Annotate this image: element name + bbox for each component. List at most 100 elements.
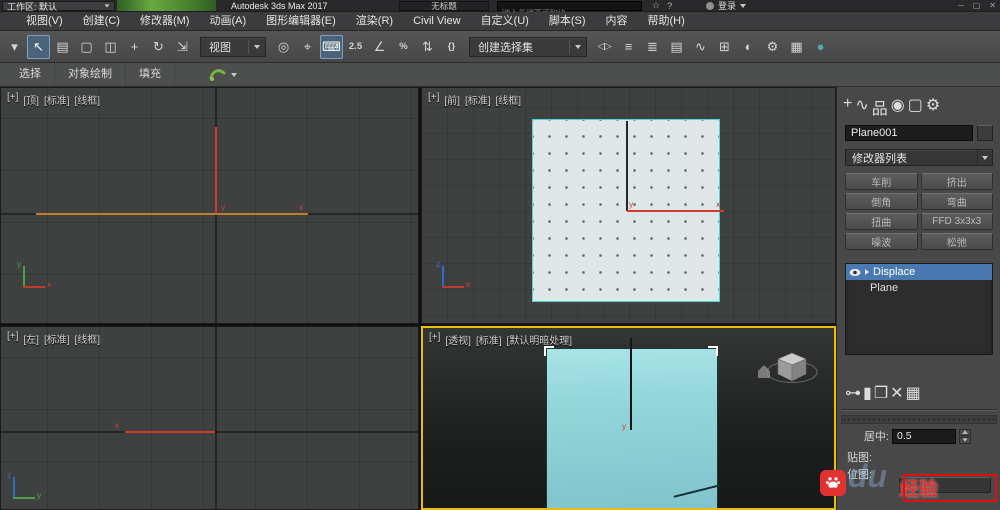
menu-civil-view[interactable]: Civil View: [403, 12, 470, 30]
vp-left-plus-menu[interactable]: [+]: [7, 331, 18, 346]
vp-front-standard-menu[interactable]: [标准]: [465, 92, 491, 107]
vp-left-standard-menu[interactable]: [标准]: [44, 331, 70, 346]
select-object-icon[interactable]: ↖: [27, 34, 50, 59]
ribbon-tab-populate[interactable]: 填充: [126, 63, 175, 86]
schematic-view-icon[interactable]: ⊞: [713, 35, 736, 59]
workspace-dropdown[interactable]: 工作区: 默认: [2, 1, 115, 12]
tab-create[interactable]: +: [843, 95, 852, 119]
select-and-manipulate-icon[interactable]: ⌖: [296, 35, 319, 59]
tab-display[interactable]: ▢: [908, 95, 923, 119]
mirror-icon[interactable]: ◁▷: [593, 35, 616, 59]
viewport-left[interactable]: [+] [左] [标准] [线框] x z y: [0, 326, 419, 510]
vp-front-plus-menu[interactable]: [+]: [428, 92, 439, 107]
vp-top-shading-menu[interactable]: [线框]: [75, 92, 101, 107]
ribbon-tab-select[interactable]: 选择: [6, 63, 55, 86]
menu-animation[interactable]: 动画(A): [199, 12, 256, 30]
menu-graph-editors[interactable]: 图形编辑器(E): [256, 12, 346, 30]
menu-scripting[interactable]: 脚本(S): [539, 12, 596, 30]
vp-left-shading-menu[interactable]: [线框]: [75, 331, 101, 346]
vp-persp-pov-menu[interactable]: [透视]: [445, 332, 471, 347]
vp-front-pov-menu[interactable]: [前]: [444, 92, 460, 107]
angle-snap-icon[interactable]: ∠: [368, 35, 391, 59]
menu-customize[interactable]: 自定义(U): [471, 12, 539, 30]
spinner-snap-icon[interactable]: ⇅: [416, 35, 439, 59]
sign-in-button[interactable]: 登录: [706, 0, 747, 11]
modifier-button-bevel[interactable]: 倒角: [845, 193, 918, 210]
vp-top-pov-menu[interactable]: [顶]: [23, 92, 39, 107]
modifier-button-extrude[interactable]: 挤出: [920, 173, 993, 190]
stack-item-displace[interactable]: Displace: [846, 264, 992, 280]
modifier-button-twist[interactable]: 扭曲: [845, 213, 918, 230]
plane-edge-top-view[interactable]: [36, 213, 308, 215]
expand-icon[interactable]: [865, 269, 869, 275]
viewport-front[interactable]: [+] [前] [标准] [线框] y x z x: [421, 87, 836, 324]
close-icon[interactable]: ✕: [989, 1, 996, 10]
keyboard-override-icon[interactable]: ⌨: [320, 34, 343, 59]
chevron-down-icon[interactable]: [231, 72, 237, 77]
vp-persp-standard-menu[interactable]: [标准]: [476, 332, 502, 347]
vp-top-standard-menu[interactable]: [标准]: [44, 92, 70, 107]
menu-views[interactable]: 视图(V): [16, 12, 73, 30]
center-value-field[interactable]: 0.5: [892, 428, 956, 444]
layer-manager-icon[interactable]: ≣: [641, 35, 664, 59]
ribbon-tab-object-paint[interactable]: 对象绘制: [55, 63, 126, 86]
show-end-result-icon[interactable]: ▮: [863, 383, 872, 403]
reference-coordsys-dropdown[interactable]: 视图: [200, 36, 266, 57]
vp-left-pov-menu[interactable]: [左]: [23, 331, 39, 346]
select-and-move-icon[interactable]: +: [123, 35, 146, 59]
menu-create[interactable]: 创建(C): [73, 12, 130, 30]
vp-persp-shading-menu[interactable]: [默认明暗处理]: [507, 332, 573, 347]
tab-hierarchy[interactable]: 品: [872, 95, 888, 119]
vp-top-plus-menu[interactable]: [+]: [7, 92, 18, 107]
center-spinner[interactable]: [959, 428, 971, 444]
stack-item-plane[interactable]: Plane: [846, 280, 992, 296]
render-setup-icon[interactable]: ⚙: [761, 35, 784, 59]
modifier-list-dropdown[interactable]: 修改器列表: [845, 149, 993, 166]
modifier-button-noise[interactable]: 噪波: [845, 233, 918, 250]
render-production-icon[interactable]: ●: [809, 35, 832, 59]
rollout-header[interactable]: [841, 415, 997, 424]
material-editor-icon[interactable]: ◐: [737, 35, 760, 59]
select-and-rotate-icon[interactable]: ↻: [147, 35, 170, 59]
tab-modify[interactable]: ∿: [855, 95, 868, 119]
modifier-button-lathe[interactable]: 车削: [845, 173, 918, 190]
menu-rendering[interactable]: 渲染(R): [346, 12, 403, 30]
modifier-button-ffd3x3x3[interactable]: FFD 3x3x3: [920, 213, 993, 230]
help-icon[interactable]: ?: [667, 1, 672, 11]
paint-brush-icon[interactable]: [209, 67, 226, 82]
snaps-toggle-icon[interactable]: 2.5: [344, 35, 367, 59]
minimize-icon[interactable]: ─: [958, 1, 964, 10]
make-unique-icon[interactable]: ❒: [874, 383, 888, 403]
align-icon[interactable]: ≡: [617, 35, 640, 59]
restore-icon[interactable]: ▢: [973, 1, 981, 10]
toolbar-flyout-icon[interactable]: ▾: [3, 35, 26, 59]
curve-editor-icon[interactable]: ∿: [689, 35, 712, 59]
favorites-star-icon[interactable]: ☆: [652, 0, 660, 11]
named-selection-sets-dropdown[interactable]: 创建选择集: [469, 36, 587, 57]
modifier-button-bend[interactable]: 弯曲: [920, 193, 993, 210]
edit-named-sets-icon[interactable]: {}: [440, 35, 463, 59]
menu-modifiers[interactable]: 修改器(M): [130, 12, 200, 30]
vp-persp-plus-menu[interactable]: [+]: [429, 332, 440, 347]
selection-region-icon[interactable]: ▢: [75, 35, 98, 59]
rendered-frame-icon[interactable]: ▦: [785, 35, 808, 59]
pin-stack-icon[interactable]: ⊶: [845, 383, 861, 403]
view-cube[interactable]: [752, 344, 822, 390]
tab-utilities[interactable]: ⚙: [926, 95, 940, 119]
visibility-eye-icon[interactable]: [849, 268, 861, 277]
viewport-top[interactable]: [+] [顶] [标准] [线框] x y y x: [0, 87, 419, 324]
object-name-field[interactable]: [845, 125, 973, 141]
scene-explorer-icon[interactable]: ▤: [665, 35, 688, 59]
plane-edge-left-view[interactable]: [125, 431, 215, 433]
percent-snap-icon[interactable]: %: [392, 35, 415, 59]
select-by-name-icon[interactable]: ▤: [51, 35, 74, 59]
menu-content[interactable]: 内容: [596, 12, 638, 30]
menu-help[interactable]: 帮助(H): [638, 12, 695, 30]
object-color-swatch[interactable]: [977, 125, 993, 141]
configure-modifier-sets-icon[interactable]: ▦: [906, 383, 921, 403]
modifier-button-relax[interactable]: 松弛: [920, 233, 993, 250]
tab-motion[interactable]: ◉: [891, 95, 905, 119]
use-pivot-center-icon[interactable]: ◎: [272, 35, 295, 59]
plane-object-perspective[interactable]: [546, 348, 718, 508]
viewport-perspective-active[interactable]: [+] [透视] [标准] [默认明暗处理] y: [421, 326, 836, 510]
